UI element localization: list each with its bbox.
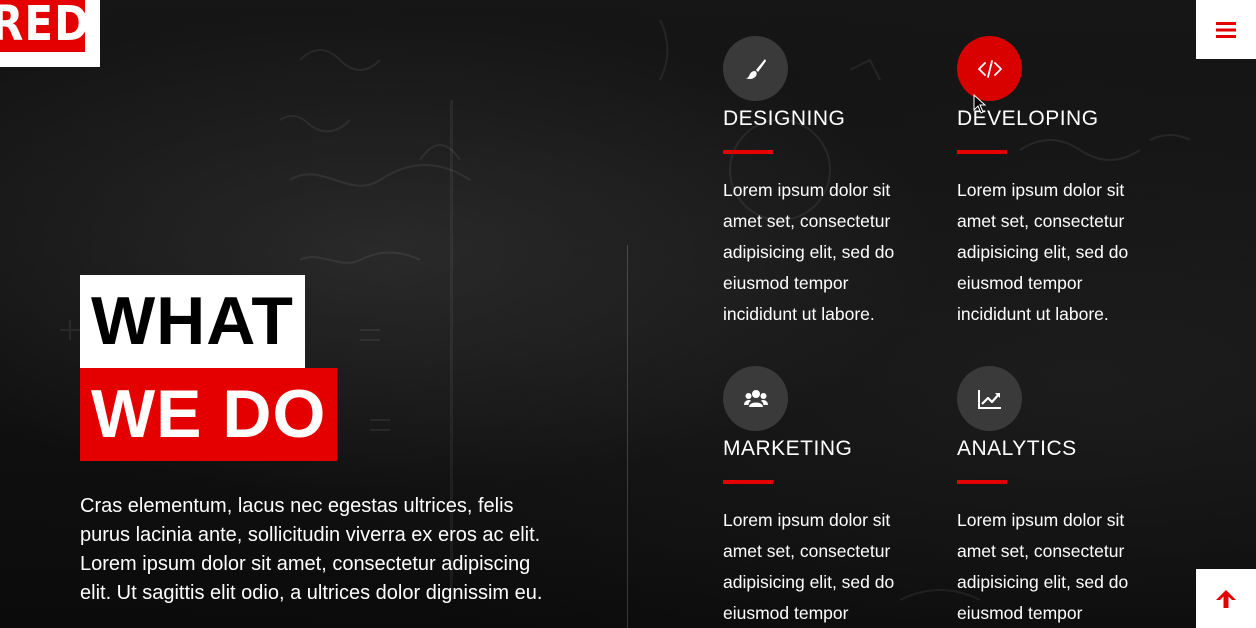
service-developing: DEVELOPING Lorem ipsum dolor sit amet se…: [957, 36, 1157, 330]
title-underline: [723, 150, 773, 154]
scroll-top-button[interactable]: [1196, 569, 1256, 628]
hamburger-icon: [1216, 21, 1236, 38]
mouse-cursor-icon: [973, 94, 987, 114]
code-icon: [977, 59, 1002, 78]
logo-text: RED: [0, 0, 90, 52]
service-title: MARKETING: [723, 437, 853, 460]
heading-what: WHAT: [80, 275, 305, 368]
service-description: Lorem ipsum dolor sit amet set, consecte…: [957, 180, 1129, 324]
intro-text: Cras elementum, lacus nec egestas ultric…: [80, 495, 543, 604]
service-title: ANALYTICS: [957, 437, 1077, 460]
service-title: DESIGNING: [723, 107, 846, 130]
service-description: Lorem ipsum dolor sit amet set, consecte…: [957, 510, 1129, 623]
logo-badge: RED: [0, 0, 89, 52]
title-underline: [723, 480, 773, 484]
service-icon-button[interactable]: [723, 36, 788, 101]
service-icon-button[interactable]: [957, 366, 1022, 431]
paint-brush-icon: [745, 58, 766, 79]
service-designing: DESIGNING Lorem ipsum dolor sit amet set…: [723, 36, 923, 330]
arrow-up-icon: [1216, 589, 1236, 608]
service-icon-button[interactable]: [957, 36, 1022, 101]
menu-button[interactable]: [1196, 0, 1256, 59]
page: RED WHAT WE DO Cras elementum, lacus nec…: [0, 0, 1256, 628]
service-icon-button[interactable]: [723, 366, 788, 431]
logo[interactable]: RED: [0, 0, 100, 67]
line-chart-icon: [977, 389, 1001, 409]
users-icon: [743, 389, 768, 407]
service-title: DEVELOPING: [957, 107, 1099, 130]
service-marketing: MARKETING Lorem ipsum dolor sit amet set…: [723, 366, 923, 628]
vertical-divider: [627, 245, 628, 628]
service-analytics: ANALYTICS Lorem ipsum dolor sit amet set…: [957, 366, 1157, 628]
heading-we-do: WE DO: [80, 368, 338, 461]
service-description: Lorem ipsum dolor sit amet set, consecte…: [723, 180, 895, 324]
title-underline: [957, 150, 1007, 154]
title-underline: [957, 480, 1007, 484]
service-description: Lorem ipsum dolor sit amet set, consecte…: [723, 510, 895, 623]
